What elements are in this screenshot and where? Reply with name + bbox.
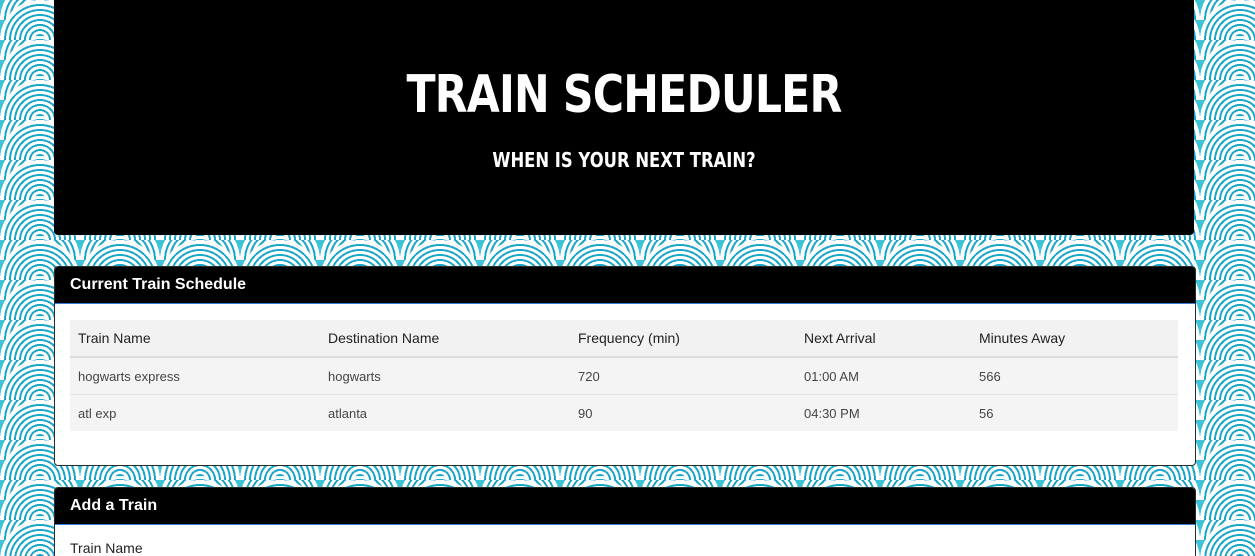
column-header-train-name: Train Name <box>70 320 320 358</box>
cell-frequency: 90 <box>570 394 796 431</box>
cell-train-name: hogwarts express <box>70 356 320 395</box>
table-header-row: Train Name Destination Name Frequency (m… <box>70 320 1178 358</box>
page-title: TRAIN SCHEDULER <box>406 65 843 125</box>
cell-next-arrival: 04:30 PM <box>796 394 971 431</box>
train-name-label: Train Name <box>70 540 143 556</box>
panel-heading: Current Train Schedule <box>55 267 1195 304</box>
cell-frequency: 720 <box>570 356 796 395</box>
table-row: hogwarts express hogwarts 720 01:00 AM 5… <box>70 356 1178 395</box>
train-schedule-panel: Current Train Schedule Train Name Destin… <box>54 266 1196 466</box>
column-header-destination: Destination Name <box>320 320 570 358</box>
cell-next-arrival: 01:00 AM <box>796 356 971 395</box>
train-schedule-table: Train Name Destination Name Frequency (m… <box>70 320 1178 431</box>
cell-train-name: atl exp <box>70 394 320 431</box>
cell-minutes-away: 56 <box>971 394 1178 431</box>
header-banner: TRAIN SCHEDULER WHEN IS YOUR NEXT TRAIN? <box>54 0 1194 235</box>
cell-destination: atlanta <box>320 394 570 431</box>
add-train-panel: Add a Train Train Name <box>54 487 1196 556</box>
cell-minutes-away: 566 <box>971 356 1178 395</box>
column-header-frequency: Frequency (min) <box>570 320 796 358</box>
table-row: atl exp atlanta 90 04:30 PM 56 <box>70 394 1178 431</box>
panel-heading: Add a Train <box>55 488 1195 525</box>
column-header-next-arrival: Next Arrival <box>796 320 971 358</box>
cell-destination: hogwarts <box>320 356 570 395</box>
page-subtitle: WHEN IS YOUR NEXT TRAIN? <box>492 148 756 172</box>
column-header-minutes-away: Minutes Away <box>971 320 1178 358</box>
